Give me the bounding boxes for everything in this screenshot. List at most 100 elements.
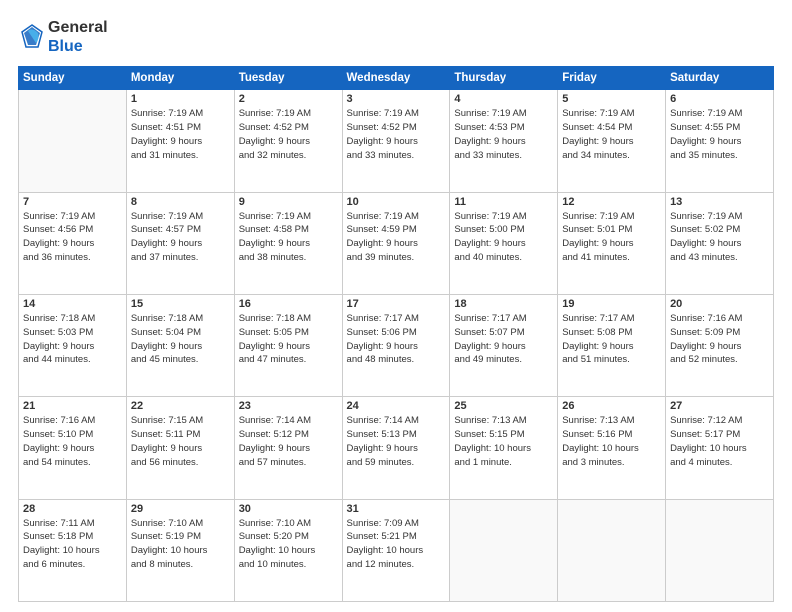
calendar-cell: 5 Sunrise: 7:19 AMSunset: 4:54 PMDaylight… <box>558 90 666 192</box>
calendar-cell: 24 Sunrise: 7:14 AMSunset: 5:13 PMDayligh… <box>342 397 450 499</box>
calendar-cell: 25Sunrise: 7:13 AMSunset: 5:15 PMDayligh… <box>450 397 558 499</box>
day-number: 22 <box>131 400 230 412</box>
day-number: 24 <box>347 400 446 412</box>
calendar-header-row: SundayMondayTuesdayWednesdayThursdayFrid… <box>19 67 774 90</box>
calendar-cell: 9 Sunrise: 7:19 AMSunset: 4:58 PMDaylight… <box>234 192 342 294</box>
page: General Blue SundayMondayTuesdayWednesda… <box>0 0 792 612</box>
calendar-cell <box>19 90 127 192</box>
day-info: Sunrise: 7:18 AMSunset: 5:03 PMDaylight:… <box>23 312 122 367</box>
day-info: Sunrise: 7:17 AMSunset: 5:06 PMDaylight:… <box>347 312 446 367</box>
calendar-cell: 19 Sunrise: 7:17 AMSunset: 5:08 PMDayligh… <box>558 295 666 397</box>
col-header-sunday: Sunday <box>19 67 127 90</box>
day-info: Sunrise: 7:10 AMSunset: 5:19 PMDaylight:… <box>131 517 230 572</box>
day-number: 3 <box>347 93 446 105</box>
logo-icon <box>18 23 46 51</box>
calendar-cell <box>666 499 774 601</box>
day-info: Sunrise: 7:19 AMSunset: 4:53 PMDaylight:… <box>454 107 553 162</box>
day-info: Sunrise: 7:14 AMSunset: 5:13 PMDaylight:… <box>347 414 446 469</box>
calendar-cell: 8 Sunrise: 7:19 AMSunset: 4:57 PMDaylight… <box>126 192 234 294</box>
day-info: Sunrise: 7:09 AMSunset: 5:21 PMDaylight:… <box>347 517 446 572</box>
day-number: 28 <box>23 503 122 515</box>
calendar-cell: 31 Sunrise: 7:09 AMSunset: 5:21 PMDayligh… <box>342 499 450 601</box>
col-header-friday: Friday <box>558 67 666 90</box>
calendar-cell: 27Sunrise: 7:12 AMSunset: 5:17 PMDayligh… <box>666 397 774 499</box>
day-info: Sunrise: 7:19 AMSunset: 5:00 PMDaylight:… <box>454 210 553 265</box>
day-number: 5 <box>562 93 661 105</box>
calendar-cell: 17 Sunrise: 7:17 AMSunset: 5:06 PMDayligh… <box>342 295 450 397</box>
day-number: 18 <box>454 298 553 310</box>
day-number: 13 <box>670 196 769 208</box>
day-info: Sunrise: 7:19 AMSunset: 5:01 PMDaylight:… <box>562 210 661 265</box>
day-info: Sunrise: 7:19 AMSunset: 4:52 PMDaylight:… <box>347 107 446 162</box>
day-info: Sunrise: 7:17 AMSunset: 5:08 PMDaylight:… <box>562 312 661 367</box>
day-number: 6 <box>670 93 769 105</box>
day-number: 30 <box>239 503 338 515</box>
calendar-cell: 20 Sunrise: 7:16 AMSunset: 5:09 PMDayligh… <box>666 295 774 397</box>
calendar-cell: 7 Sunrise: 7:19 AMSunset: 4:56 PMDaylight… <box>19 192 127 294</box>
day-number: 21 <box>23 400 122 412</box>
day-info: Sunrise: 7:18 AMSunset: 5:05 PMDaylight:… <box>239 312 338 367</box>
calendar-cell: 13 Sunrise: 7:19 AMSunset: 5:02 PMDayligh… <box>666 192 774 294</box>
day-number: 8 <box>131 196 230 208</box>
calendar-cell: 22Sunrise: 7:15 AMSunset: 5:11 PMDayligh… <box>126 397 234 499</box>
day-number: 7 <box>23 196 122 208</box>
calendar-cell: 12 Sunrise: 7:19 AMSunset: 5:01 PMDayligh… <box>558 192 666 294</box>
day-number: 31 <box>347 503 446 515</box>
col-header-monday: Monday <box>126 67 234 90</box>
day-number: 17 <box>347 298 446 310</box>
day-info: Sunrise: 7:19 AMSunset: 4:55 PMDaylight:… <box>670 107 769 162</box>
day-number: 19 <box>562 298 661 310</box>
day-number: 4 <box>454 93 553 105</box>
calendar-cell: 15Sunrise: 7:18 AMSunset: 5:04 PMDayligh… <box>126 295 234 397</box>
day-number: 23 <box>239 400 338 412</box>
day-number: 10 <box>347 196 446 208</box>
calendar-cell: 30 Sunrise: 7:10 AMSunset: 5:20 PMDayligh… <box>234 499 342 601</box>
calendar-cell: 28 Sunrise: 7:11 AMSunset: 5:18 PMDayligh… <box>19 499 127 601</box>
day-info: Sunrise: 7:16 AMSunset: 5:10 PMDaylight:… <box>23 414 122 469</box>
day-info: Sunrise: 7:19 AMSunset: 4:52 PMDaylight:… <box>239 107 338 162</box>
calendar-cell <box>558 499 666 601</box>
day-info: Sunrise: 7:10 AMSunset: 5:20 PMDaylight:… <box>239 517 338 572</box>
day-number: 12 <box>562 196 661 208</box>
day-info: Sunrise: 7:19 AMSunset: 4:58 PMDaylight:… <box>239 210 338 265</box>
calendar-cell <box>450 499 558 601</box>
calendar-cell: 16 Sunrise: 7:18 AMSunset: 5:05 PMDayligh… <box>234 295 342 397</box>
calendar-cell: 11 Sunrise: 7:19 AMSunset: 5:00 PMDayligh… <box>450 192 558 294</box>
day-info: Sunrise: 7:19 AMSunset: 5:02 PMDaylight:… <box>670 210 769 265</box>
day-info: Sunrise: 7:19 AMSunset: 4:57 PMDaylight:… <box>131 210 230 265</box>
logo: General Blue <box>18 18 108 56</box>
day-info: Sunrise: 7:19 AMSunset: 4:54 PMDaylight:… <box>562 107 661 162</box>
day-info: Sunrise: 7:19 AMSunset: 4:51 PMDaylight:… <box>131 107 230 162</box>
day-number: 20 <box>670 298 769 310</box>
calendar-cell: 29 Sunrise: 7:10 AMSunset: 5:19 PMDayligh… <box>126 499 234 601</box>
calendar-cell: 4 Sunrise: 7:19 AMSunset: 4:53 PMDaylight… <box>450 90 558 192</box>
week-row-3: 14 Sunrise: 7:18 AMSunset: 5:03 PMDayligh… <box>19 295 774 397</box>
day-number: 2 <box>239 93 338 105</box>
calendar-cell: 10 Sunrise: 7:19 AMSunset: 4:59 PMDayligh… <box>342 192 450 294</box>
day-number: 9 <box>239 196 338 208</box>
col-header-tuesday: Tuesday <box>234 67 342 90</box>
day-info: Sunrise: 7:11 AMSunset: 5:18 PMDaylight:… <box>23 517 122 572</box>
calendar-cell: 2 Sunrise: 7:19 AMSunset: 4:52 PMDaylight… <box>234 90 342 192</box>
day-number: 29 <box>131 503 230 515</box>
calendar-cell: 6 Sunrise: 7:19 AMSunset: 4:55 PMDaylight… <box>666 90 774 192</box>
week-row-5: 28 Sunrise: 7:11 AMSunset: 5:18 PMDayligh… <box>19 499 774 601</box>
calendar-cell: 21 Sunrise: 7:16 AMSunset: 5:10 PMDayligh… <box>19 397 127 499</box>
day-info: Sunrise: 7:19 AMSunset: 4:56 PMDaylight:… <box>23 210 122 265</box>
day-info: Sunrise: 7:14 AMSunset: 5:12 PMDaylight:… <box>239 414 338 469</box>
week-row-4: 21 Sunrise: 7:16 AMSunset: 5:10 PMDayligh… <box>19 397 774 499</box>
day-number: 11 <box>454 196 553 208</box>
calendar-table: SundayMondayTuesdayWednesdayThursdayFrid… <box>18 66 774 602</box>
week-row-2: 7 Sunrise: 7:19 AMSunset: 4:56 PMDaylight… <box>19 192 774 294</box>
col-header-wednesday: Wednesday <box>342 67 450 90</box>
day-info: Sunrise: 7:19 AMSunset: 4:59 PMDaylight:… <box>347 210 446 265</box>
calendar-cell: 14 Sunrise: 7:18 AMSunset: 5:03 PMDayligh… <box>19 295 127 397</box>
day-info: Sunrise: 7:16 AMSunset: 5:09 PMDaylight:… <box>670 312 769 367</box>
week-row-1: 1Sunrise: 7:19 AMSunset: 4:51 PMDaylight… <box>19 90 774 192</box>
logo-text: General Blue <box>48 18 108 56</box>
calendar-cell: 3 Sunrise: 7:19 AMSunset: 4:52 PMDaylight… <box>342 90 450 192</box>
day-info: Sunrise: 7:17 AMSunset: 5:07 PMDaylight:… <box>454 312 553 367</box>
day-number: 16 <box>239 298 338 310</box>
day-number: 14 <box>23 298 122 310</box>
day-number: 27 <box>670 400 769 412</box>
